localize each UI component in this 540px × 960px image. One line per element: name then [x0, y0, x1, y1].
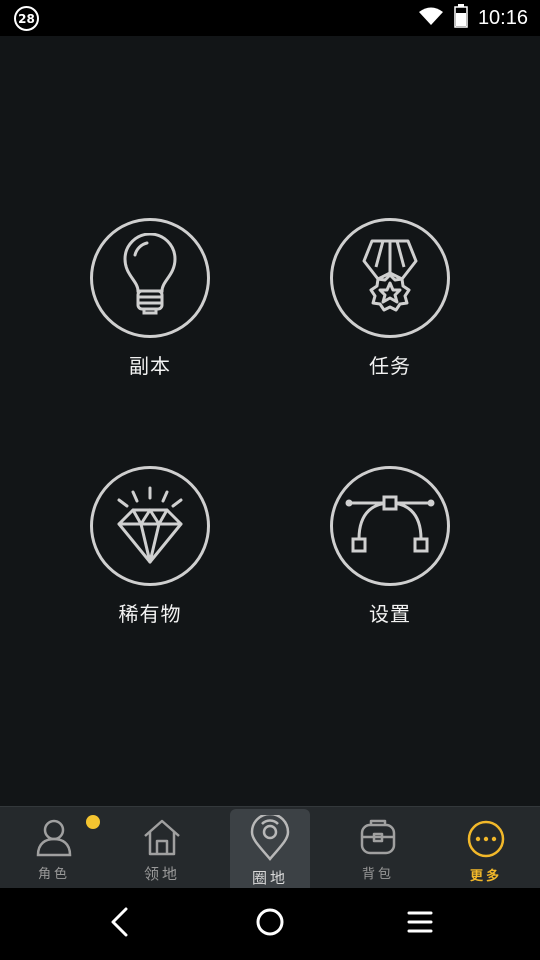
clock: 10:16 — [477, 6, 528, 29]
menu-icon — [407, 909, 433, 939]
house-icon — [142, 817, 182, 861]
menu-item-instance[interactable]: 副本 — [60, 218, 240, 379]
back-icon — [108, 906, 132, 942]
tab-label: 领地 — [143, 865, 180, 883]
notification-dot — [86, 815, 100, 829]
menu-label: 设置 — [369, 602, 411, 626]
menu-label: 任务 — [369, 354, 411, 378]
bottom-tab-bar: 角色 领地 圈地 背包 更多 — [0, 806, 540, 889]
overflow-menu-button[interactable] — [390, 902, 450, 946]
battery-icon — [454, 4, 468, 32]
back-button[interactable] — [90, 902, 150, 946]
tab-backpack[interactable]: 背包 — [344, 807, 412, 889]
tab-claim-land[interactable]: 圈地 — [230, 809, 310, 889]
menu-item-quest[interactable]: 任务 — [300, 218, 480, 379]
tab-more[interactable]: 更多 — [452, 807, 520, 889]
bezier-curve-icon — [330, 466, 450, 586]
system-nav-bar — [0, 888, 540, 960]
lightbulb-icon — [90, 218, 210, 338]
tab-label: 圈地 — [251, 869, 288, 887]
more-dots-icon — [466, 819, 506, 863]
status-bar: 28 10:16 — [0, 0, 540, 36]
status-right: 10:16 — [418, 0, 528, 36]
tab-label: 更多 — [469, 869, 502, 884]
home-icon — [255, 907, 285, 941]
map-pin-icon — [248, 812, 292, 865]
tab-label: 角色 — [37, 867, 70, 882]
tab-label: 背包 — [361, 867, 394, 882]
menu-item-rare-items[interactable]: 稀有物 — [60, 466, 240, 627]
menu-label: 稀有物 — [118, 602, 182, 626]
tab-territory[interactable]: 领地 — [128, 807, 196, 889]
more-menu-panel: 副本 任务 稀有物 设置 — [0, 36, 540, 806]
person-icon — [34, 817, 74, 861]
notification-count-badge: 28 — [14, 6, 39, 31]
home-button[interactable] — [240, 902, 300, 946]
medal-icon — [330, 218, 450, 338]
menu-item-settings[interactable]: 设置 — [300, 466, 480, 627]
wifi-icon — [418, 6, 444, 30]
backpack-icon — [358, 817, 398, 861]
diamond-icon — [90, 466, 210, 586]
tab-character[interactable]: 角色 — [20, 807, 88, 889]
menu-label: 副本 — [129, 354, 171, 378]
